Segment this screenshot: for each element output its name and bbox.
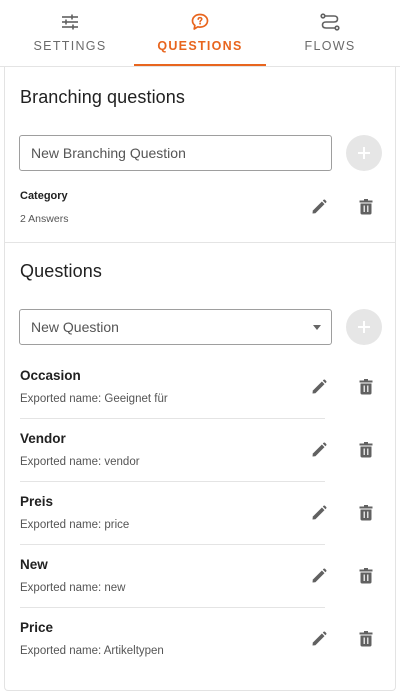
plus-icon: [358, 147, 370, 159]
pencil-icon: [312, 505, 327, 520]
question-row: Preis Exported name: price: [5, 482, 397, 545]
edit-question-button[interactable]: [307, 375, 331, 399]
question-bubble-icon: [191, 12, 209, 32]
delete-branching-question-button[interactable]: [354, 195, 378, 219]
trash-icon: [359, 379, 373, 395]
pencil-icon: [312, 568, 327, 583]
pencil-icon: [312, 199, 327, 214]
question-title: Price: [20, 620, 54, 635]
question-row: Occasion Exported name: Geeignet für: [5, 356, 397, 419]
delete-question-button[interactable]: [354, 627, 378, 651]
new-question-select-value: New Question: [31, 319, 119, 335]
questions-title: Questions: [20, 261, 102, 281]
question-exported-name: Exported name: Artikeltypen: [20, 645, 164, 657]
delete-question-button[interactable]: [354, 375, 378, 399]
tab-flows-label: FLOWS: [304, 39, 356, 53]
tab-settings[interactable]: SETTINGS: [20, 0, 120, 53]
trash-icon: [359, 505, 373, 521]
delete-question-button[interactable]: [354, 438, 378, 462]
tab-questions[interactable]: QUESTIONS: [134, 0, 266, 53]
delete-question-button[interactable]: [354, 564, 378, 588]
trash-icon: [359, 442, 373, 458]
question-title: New: [20, 557, 48, 572]
new-branching-question-input[interactable]: New Branching Question: [19, 135, 332, 171]
tab-bar: SETTINGS QUESTIONS FLOWS: [0, 0, 400, 67]
trash-icon: [359, 568, 373, 584]
trash-icon: [359, 631, 373, 647]
pencil-icon: [312, 379, 327, 394]
edit-question-button[interactable]: [307, 501, 331, 525]
edit-question-button[interactable]: [307, 564, 331, 588]
pencil-icon: [312, 442, 327, 457]
plus-icon: [358, 321, 370, 333]
new-question-select[interactable]: New Question: [19, 309, 332, 345]
edit-branching-question-button[interactable]: [307, 195, 331, 219]
branching-question-subtitle: 2 Answers: [20, 213, 69, 225]
question-exported-name: Exported name: price: [20, 519, 130, 531]
edit-question-button[interactable]: [307, 438, 331, 462]
edit-question-button[interactable]: [307, 627, 331, 651]
section-divider: [5, 242, 395, 243]
question-exported-name: Exported name: vendor: [20, 456, 140, 468]
tab-flows[interactable]: FLOWS: [280, 0, 380, 53]
question-title: Preis: [20, 494, 54, 509]
tab-settings-label: SETTINGS: [33, 39, 107, 53]
branching-question-title: Category: [20, 190, 68, 202]
branching-questions-title: Branching questions: [20, 87, 186, 107]
add-branching-question-button[interactable]: [346, 135, 382, 171]
flows-icon: [320, 12, 340, 32]
pencil-icon: [312, 631, 327, 646]
trash-icon: [359, 199, 373, 215]
new-branching-question-input-value: New Branching Question: [31, 145, 186, 161]
question-row: Vendor Exported name: vendor: [5, 419, 397, 482]
delete-question-button[interactable]: [354, 501, 378, 525]
sliders-icon: [61, 12, 79, 32]
tab-questions-label: QUESTIONS: [157, 39, 243, 53]
dropdown-caret-icon: [313, 325, 321, 330]
question-row: New Exported name: new: [5, 545, 397, 608]
add-question-button[interactable]: [346, 309, 382, 345]
question-row: Price Exported name: Artikeltypen: [5, 608, 397, 671]
question-title: Vendor: [20, 431, 66, 446]
question-exported-name: Exported name: new: [20, 582, 126, 594]
question-title: Occasion: [20, 368, 81, 383]
questions-panel: Branching questions New Branching Questi…: [4, 67, 396, 691]
question-exported-name: Exported name: Geeignet für: [20, 393, 168, 405]
